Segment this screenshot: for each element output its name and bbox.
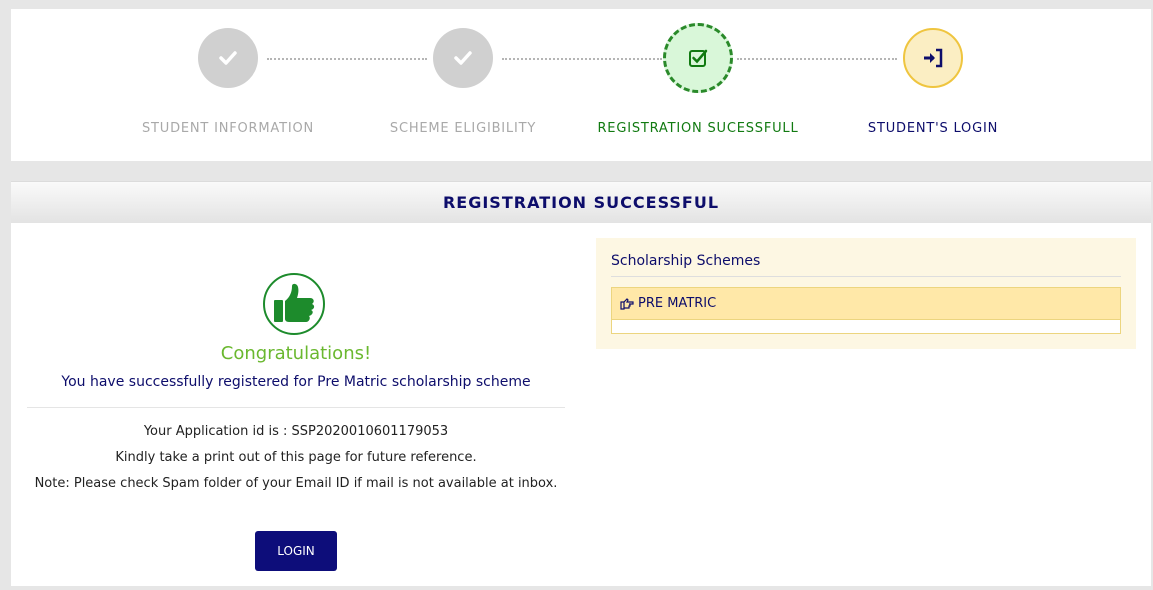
scheme-item-pre-matric[interactable]: PRE MATRIC <box>612 288 1120 319</box>
divider <box>27 407 565 408</box>
registration-result-panel: REGISTRATION SUCCESSFUL Congratulations!… <box>11 181 1151 586</box>
scholarship-schemes-box: Scholarship Schemes PRE MATRIC <box>596 238 1136 349</box>
congratulations-heading: Congratulations! <box>220 343 372 364</box>
step-scheme-eligibility-indicator <box>433 28 493 88</box>
step-label-scheme-eligibility: SCHEME ELIGIBILITY <box>389 121 537 136</box>
check-icon <box>454 51 472 65</box>
step-student-information-indicator <box>198 28 258 88</box>
panel-header: REGISTRATION SUCCESSFUL <box>11 181 1151 223</box>
check-icon <box>219 51 237 65</box>
step-students-login-indicator[interactable] <box>903 28 963 88</box>
step-label-registration-successful: REGISTRATION SUCESSFULL <box>597 121 799 136</box>
step-registration-successful-indicator <box>663 23 733 93</box>
thumbs-up-icon <box>274 283 315 322</box>
step-label-students-login[interactable]: STUDENT'S LOGIN <box>868 121 998 136</box>
step-connector <box>267 58 427 60</box>
spam-folder-note: Note: Please check Spam folder of your E… <box>34 476 558 491</box>
check-square-icon <box>689 49 708 67</box>
print-note: Kindly take a print out of this page for… <box>115 450 477 465</box>
login-button[interactable]: LOGIN <box>255 531 337 571</box>
step-connector <box>502 58 662 60</box>
step-connector <box>737 58 897 60</box>
registration-stepper: STUDENT INFORMATION SCHEME ELIGIBILITY R… <box>11 9 1151 161</box>
application-id-line: Your Application id is : SSP202001060117… <box>143 424 449 439</box>
hand-pointing-right-icon <box>620 297 634 310</box>
registration-success-message: You have successfully registered for Pre… <box>61 374 531 390</box>
step-label-student-information: STUDENT INFORMATION <box>141 121 315 136</box>
thumbs-up-badge <box>263 273 325 335</box>
divider <box>611 276 1121 277</box>
scheme-list: PRE MATRIC <box>611 287 1121 334</box>
sign-in-icon <box>924 48 943 68</box>
scheme-item-body <box>612 319 1120 333</box>
panel-title: REGISTRATION SUCCESSFUL <box>442 193 720 212</box>
scholarship-schemes-title: Scholarship Schemes <box>611 253 761 269</box>
scheme-item-label: PRE MATRIC <box>638 296 717 311</box>
